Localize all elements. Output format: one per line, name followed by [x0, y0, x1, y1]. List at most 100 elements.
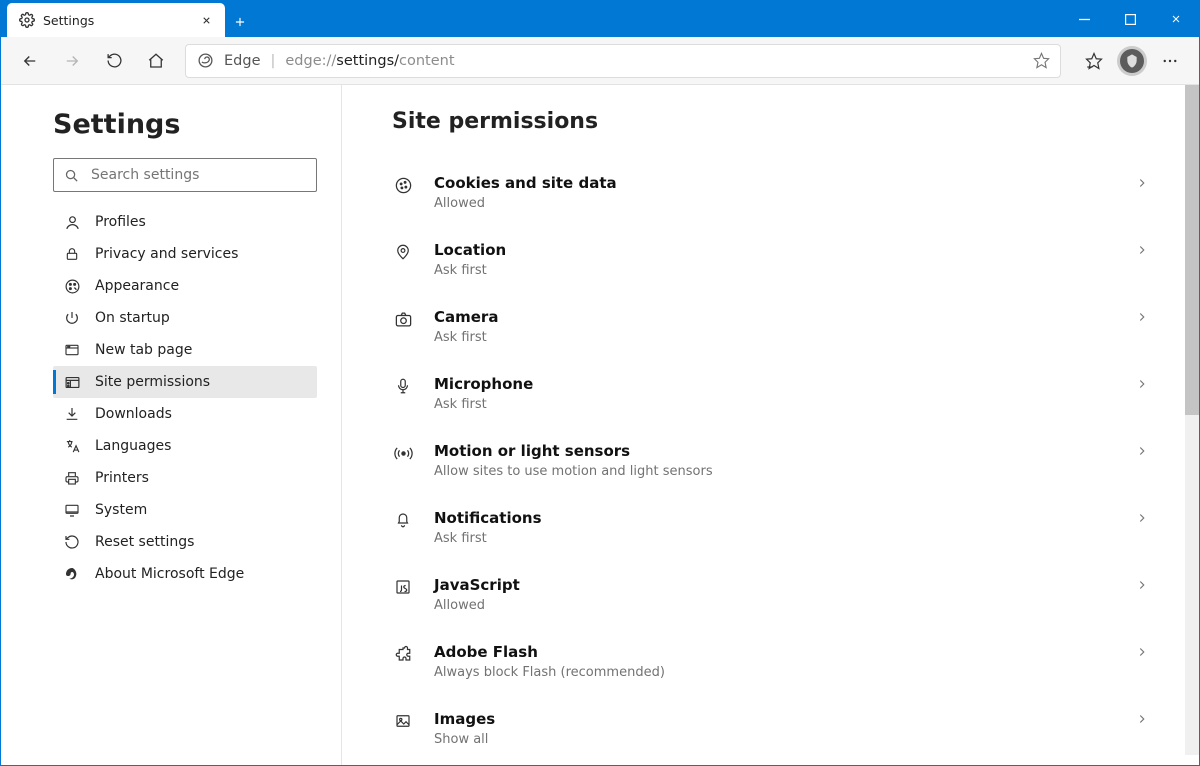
- microphone-icon: [392, 375, 414, 395]
- permission-subtitle: Show all: [434, 732, 1115, 747]
- edge-logo-icon: [196, 52, 214, 70]
- sensor-icon: [392, 442, 414, 463]
- permission-title: JavaScript: [434, 576, 1115, 594]
- permission-row-flash[interactable]: Adobe Flash Always block Flash (recommend…: [392, 631, 1149, 698]
- system-icon: [63, 501, 81, 519]
- sidebar-item-label: Profiles: [95, 214, 146, 230]
- permission-title: Camera: [434, 308, 1115, 326]
- sidebar-item-profiles[interactable]: Profiles: [53, 206, 317, 238]
- reset-icon: [63, 533, 81, 551]
- camera-icon: [392, 308, 414, 329]
- tab-title: Settings: [43, 13, 189, 28]
- gear-icon: [19, 12, 35, 28]
- permission-title: Location: [434, 241, 1115, 259]
- sidebar-item-site-permissions[interactable]: Site permissions: [53, 366, 317, 398]
- permission-title: Cookies and site data: [434, 174, 1115, 192]
- sidebar-item-new-tab[interactable]: New tab page: [53, 334, 317, 366]
- favorites-button[interactable]: [1075, 43, 1113, 79]
- sidebar-item-label: Languages: [95, 438, 171, 454]
- chevron-right-icon: [1135, 643, 1149, 659]
- minimize-button[interactable]: [1061, 1, 1107, 37]
- back-button[interactable]: [11, 43, 49, 79]
- permission-row-cookies[interactable]: Cookies and site data Allowed: [392, 162, 1149, 229]
- profile-icon: [63, 213, 81, 231]
- chevron-right-icon: [1135, 174, 1149, 190]
- permission-subtitle: Allowed: [434, 196, 1115, 211]
- forward-button[interactable]: [53, 43, 91, 79]
- page-title: Settings: [53, 109, 317, 140]
- permission-subtitle: Ask first: [434, 330, 1115, 345]
- search-settings-box[interactable]: [53, 158, 317, 192]
- refresh-button[interactable]: [95, 43, 133, 79]
- power-icon: [63, 309, 81, 327]
- sidebar-item-languages[interactable]: Languages: [53, 430, 317, 462]
- close-tab-button[interactable]: [197, 11, 215, 29]
- url-scheme: edge://: [285, 53, 336, 69]
- image-icon: [392, 710, 414, 730]
- avatar-icon: [1120, 49, 1144, 73]
- window-close-button[interactable]: [1153, 1, 1199, 37]
- permission-title: Microphone: [434, 375, 1115, 393]
- chevron-right-icon: [1135, 375, 1149, 391]
- sidebar-item-system[interactable]: System: [53, 494, 317, 526]
- printer-icon: [63, 469, 81, 487]
- settings-sidebar: Settings Profiles Privacy and services A…: [1, 85, 342, 765]
- chevron-right-icon: [1135, 710, 1149, 726]
- window-titlebar: Settings: [1, 1, 1199, 37]
- sidebar-item-label: Reset settings: [95, 534, 194, 550]
- sidebar-item-label: Site permissions: [95, 374, 210, 390]
- profile-avatar-button[interactable]: [1117, 46, 1147, 76]
- permission-row-images[interactable]: Images Show all: [392, 698, 1149, 765]
- permission-title: Adobe Flash: [434, 643, 1115, 661]
- sidebar-item-label: Privacy and services: [95, 246, 238, 262]
- address-bar[interactable]: Edge | edge:// settings/ content: [185, 44, 1061, 78]
- settings-main: Site permissions Cookies and site dataAl…: [342, 85, 1199, 765]
- permission-row-notifications[interactable]: Notifications Ask first: [392, 497, 1149, 564]
- sidebar-item-about[interactable]: About Microsoft Edge: [53, 558, 317, 590]
- permission-title: Motion or light sensors: [434, 442, 1115, 460]
- search-settings-input[interactable]: [89, 166, 306, 184]
- permission-row-motion-sensors[interactable]: Motion or light sensorsAllow sites to us…: [392, 430, 1149, 497]
- new-tab-page-icon: [63, 341, 81, 359]
- sidebar-item-label: System: [95, 502, 147, 518]
- permission-title: Images: [434, 710, 1115, 728]
- new-tab-button[interactable]: [225, 7, 255, 37]
- permission-row-javascript[interactable]: JavaScript Allowed: [392, 564, 1149, 631]
- url-tail: content: [399, 53, 455, 69]
- vertical-scrollbar[interactable]: [1185, 85, 1199, 755]
- sidebar-item-printers[interactable]: Printers: [53, 462, 317, 494]
- permission-row-microphone[interactable]: Microphone Ask first: [392, 363, 1149, 430]
- sidebar-item-label: Downloads: [95, 406, 172, 422]
- cookie-icon: [392, 174, 414, 195]
- permission-subtitle: Allowed: [434, 598, 1115, 613]
- more-menu-button[interactable]: [1151, 43, 1189, 79]
- page-content: Settings Profiles Privacy and services A…: [1, 85, 1199, 765]
- permission-subtitle: Ask first: [434, 531, 1115, 546]
- address-url: edge:// settings/ content: [285, 53, 1023, 69]
- chevron-right-icon: [1135, 442, 1149, 458]
- browser-tab[interactable]: Settings: [7, 3, 225, 37]
- sidebar-item-downloads[interactable]: Downloads: [53, 398, 317, 430]
- sidebar-item-appearance[interactable]: Appearance: [53, 270, 317, 302]
- lock-icon: [63, 245, 81, 263]
- sidebar-item-reset[interactable]: Reset settings: [53, 526, 317, 558]
- puzzle-icon: [392, 643, 414, 663]
- permission-title: Notifications: [434, 509, 1115, 527]
- address-label: Edge: [224, 53, 261, 69]
- browser-toolbar: Edge | edge:// settings/ content: [1, 37, 1199, 85]
- scrollbar-thumb[interactable]: [1185, 85, 1199, 415]
- chevron-right-icon: [1135, 576, 1149, 592]
- search-icon: [64, 168, 79, 183]
- permission-subtitle: Always block Flash (recommended): [434, 665, 1115, 680]
- home-button[interactable]: [137, 43, 175, 79]
- permission-subtitle: Ask first: [434, 263, 1115, 278]
- permission-subtitle: Ask first: [434, 397, 1115, 412]
- permission-row-location[interactable]: Location Ask first: [392, 229, 1149, 296]
- sidebar-item-on-startup[interactable]: On startup: [53, 302, 317, 334]
- sidebar-item-label: About Microsoft Edge: [95, 566, 244, 582]
- sidebar-item-privacy[interactable]: Privacy and services: [53, 238, 317, 270]
- favorite-star-button[interactable]: [1033, 52, 1050, 69]
- permission-row-camera[interactable]: Camera Ask first: [392, 296, 1149, 363]
- maximize-button[interactable]: [1107, 1, 1153, 37]
- javascript-icon: [392, 576, 414, 596]
